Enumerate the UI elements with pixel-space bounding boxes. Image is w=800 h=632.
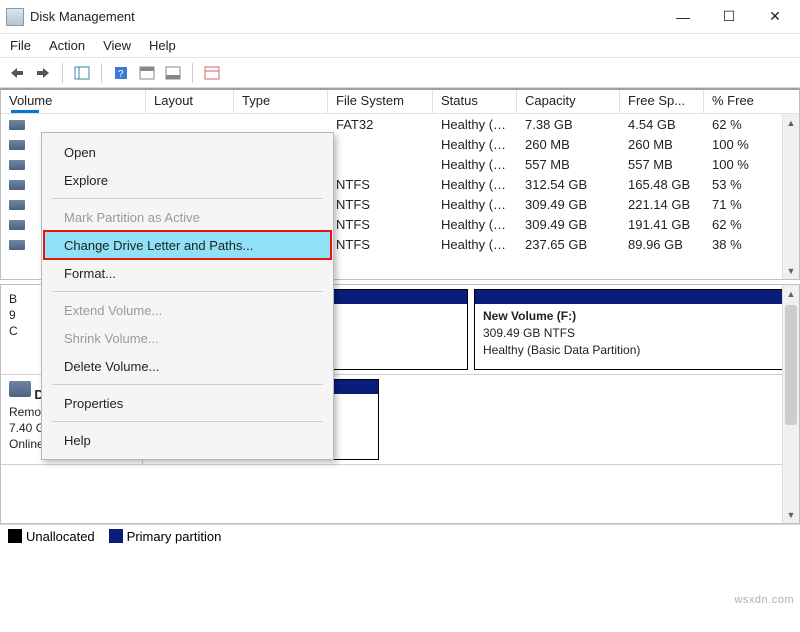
column-layout[interactable]: Layout <box>146 90 234 113</box>
legend-primary: Primary partition <box>109 529 222 544</box>
scroll-up-icon[interactable]: ▲ <box>783 114 799 131</box>
help-button[interactable]: ? <box>110 62 132 84</box>
context-shrink-volume: Shrink Volume... <box>44 324 331 352</box>
properties-button[interactable] <box>201 62 223 84</box>
context-menu: Open Explore Mark Partition as Active Ch… <box>41 132 334 460</box>
volume-scrollbar[interactable]: ▲ ▼ <box>782 114 799 279</box>
menu-file[interactable]: File <box>10 38 31 53</box>
volume-icon <box>9 160 25 170</box>
context-delete-volume[interactable]: Delete Volume... <box>44 352 331 380</box>
menu-help[interactable]: Help <box>149 38 176 53</box>
forward-button[interactable] <box>32 62 54 84</box>
swatch-blue-icon <box>109 529 123 543</box>
context-properties[interactable]: Properties <box>44 389 331 417</box>
volume-row[interactable]: FAT32Healthy (P...7.38 GB4.54 GB62 % <box>1 114 799 134</box>
context-change-drive-letter[interactable]: Change Drive Letter and Paths... <box>44 231 331 259</box>
volume-icon <box>9 180 25 190</box>
legend-unallocated: Unallocated <box>8 529 95 544</box>
layout-bottom-button[interactable] <box>162 62 184 84</box>
column-type[interactable]: Type <box>234 90 328 113</box>
toolbar-separator <box>62 63 63 83</box>
partition-title: New Volume (F:) <box>483 309 576 323</box>
column-capacity[interactable]: Capacity <box>517 90 620 113</box>
volume-icon <box>9 240 25 250</box>
context-mark-active: Mark Partition as Active <box>44 203 331 231</box>
partition-size: 309.49 GB NTFS <box>483 326 575 340</box>
menu-separator <box>52 198 323 199</box>
layout-top-button[interactable] <box>136 62 158 84</box>
disk-icon <box>9 381 31 397</box>
column-file-system[interactable]: File System <box>328 90 433 113</box>
context-explore[interactable]: Explore <box>44 166 331 194</box>
show-hide-tree-button[interactable] <box>71 62 93 84</box>
volume-icon <box>9 140 25 150</box>
toolbar: ? <box>0 58 800 88</box>
volume-icon <box>9 220 25 230</box>
scrollbar-thumb[interactable] <box>785 305 797 425</box>
menu-separator <box>52 421 323 422</box>
back-button[interactable] <box>6 62 28 84</box>
svg-text:?: ? <box>118 69 124 80</box>
menu-separator <box>52 291 323 292</box>
window-maximize-button[interactable]: ☐ <box>706 2 752 32</box>
toolbar-separator <box>192 63 193 83</box>
column-percent-free[interactable]: % Free <box>704 90 772 113</box>
context-format[interactable]: Format... <box>44 259 331 287</box>
column-status[interactable]: Status <box>433 90 517 113</box>
volume-icon <box>9 200 25 210</box>
window-minimize-button[interactable]: — <box>660 2 706 32</box>
volume-list-header: Volume Layout Type File System Status Ca… <box>1 90 799 114</box>
watermark: wsxdn.com <box>734 594 794 606</box>
column-volume[interactable]: Volume <box>1 90 146 113</box>
menubar: File Action View Help <box>0 34 800 58</box>
scroll-up-icon[interactable]: ▲ <box>783 285 799 302</box>
menu-view[interactable]: View <box>103 38 131 53</box>
partition-status: Healthy (Basic Data Partition) <box>483 343 640 357</box>
menu-action[interactable]: Action <box>49 38 85 53</box>
disk-state: Online <box>9 437 44 451</box>
window-titlebar: Disk Management — ☐ ✕ <box>0 0 800 34</box>
sort-indicator-icon <box>11 110 39 113</box>
scroll-down-icon[interactable]: ▼ <box>783 262 799 279</box>
swatch-black-icon <box>8 529 22 543</box>
toolbar-separator <box>101 63 102 83</box>
partition-header-stripe <box>475 290 792 304</box>
partition[interactable]: New Volume (F:) 309.49 GB NTFS Healthy (… <box>474 289 793 370</box>
app-icon <box>6 8 24 26</box>
context-open[interactable]: Open <box>44 138 331 166</box>
window-close-button[interactable]: ✕ <box>752 2 798 32</box>
window-title: Disk Management <box>30 9 660 24</box>
context-extend-volume: Extend Volume... <box>44 296 331 324</box>
menu-separator <box>52 384 323 385</box>
volume-icon <box>9 120 25 130</box>
disk-scrollbar[interactable]: ▲ ▼ <box>782 285 799 523</box>
scroll-down-icon[interactable]: ▼ <box>783 506 799 523</box>
column-free-space[interactable]: Free Sp... <box>620 90 704 113</box>
legend: Unallocated Primary partition <box>0 524 800 548</box>
context-help[interactable]: Help <box>44 426 331 454</box>
